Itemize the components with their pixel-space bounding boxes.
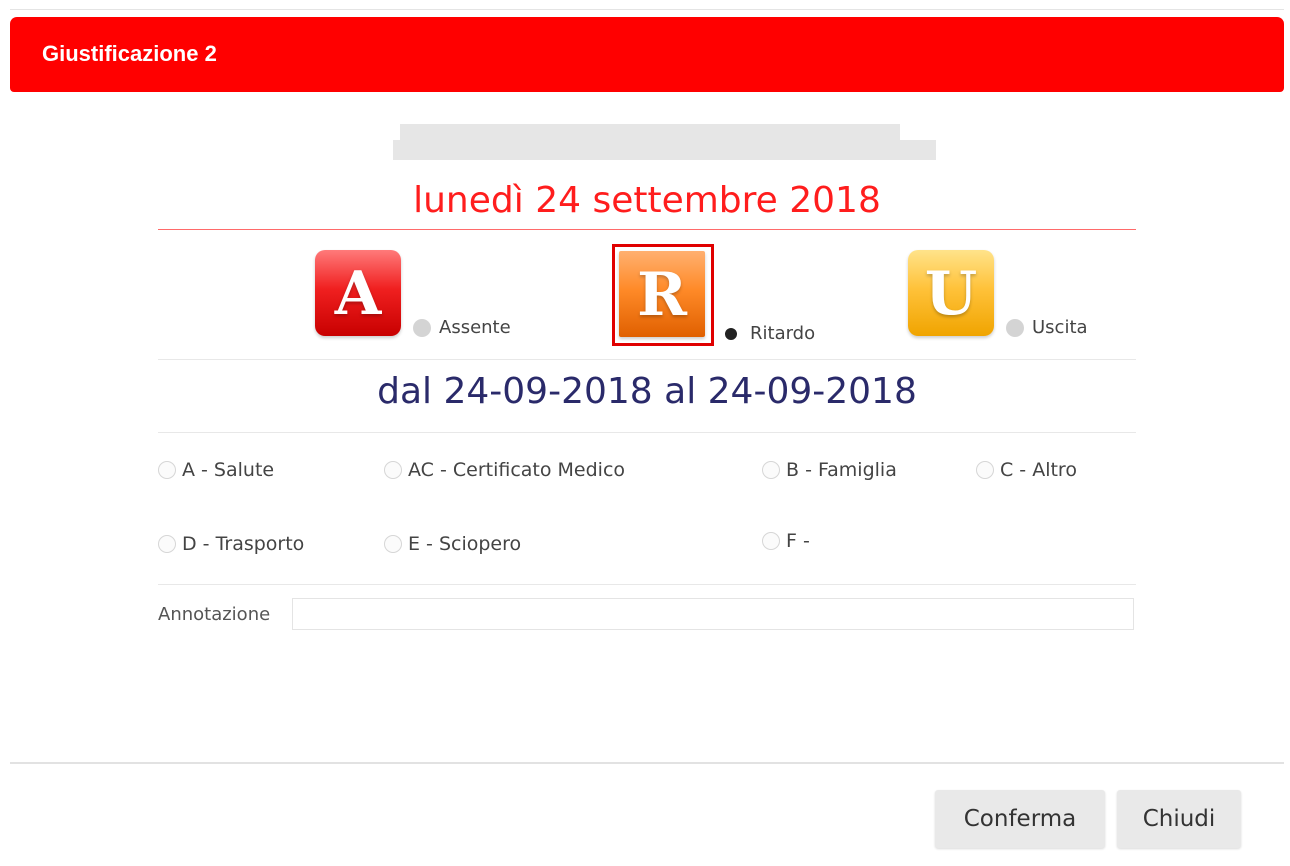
divider bbox=[158, 584, 1136, 585]
type-option-ritardo[interactable]: Ritardo bbox=[722, 323, 815, 344]
divider bbox=[158, 359, 1136, 360]
date-range: dal 24-09-2018 al 24-09-2018 bbox=[377, 371, 917, 412]
assente-icon[interactable]: A bbox=[315, 250, 401, 336]
reason-radio[interactable] bbox=[158, 461, 176, 479]
annotation-input[interactable] bbox=[292, 598, 1134, 630]
date-divider bbox=[158, 229, 1136, 230]
reason-radio[interactable] bbox=[762, 532, 780, 550]
uscita-label: Uscita bbox=[1032, 317, 1088, 338]
reason-option[interactable]: AC - Certificato Medico bbox=[384, 459, 625, 481]
assente-label: Assente bbox=[439, 317, 511, 338]
footer-divider bbox=[10, 762, 1284, 764]
top-border bbox=[10, 9, 1284, 10]
reason-label: B - Famiglia bbox=[786, 459, 897, 481]
divider bbox=[158, 432, 1136, 433]
annotation-label: Annotazione bbox=[158, 604, 271, 625]
reason-option[interactable]: C - Altro bbox=[976, 459, 1077, 481]
type-option-assente[interactable]: Assente bbox=[413, 317, 511, 338]
reason-option[interactable]: F - bbox=[762, 530, 810, 552]
reason-radio[interactable] bbox=[384, 461, 402, 479]
reason-radio[interactable] bbox=[158, 535, 176, 553]
ritardo-radio[interactable] bbox=[722, 324, 740, 343]
reason-label: E - Sciopero bbox=[408, 533, 522, 555]
close-button[interactable]: Chiudi bbox=[1117, 790, 1241, 848]
reason-option[interactable]: A - Salute bbox=[158, 459, 274, 481]
reason-label: F - bbox=[786, 530, 810, 552]
dialog-header: Giustificazione 2 bbox=[10, 17, 1284, 92]
uscita-icon[interactable]: U bbox=[908, 250, 994, 336]
reason-radio[interactable] bbox=[762, 461, 780, 479]
confirm-button[interactable]: Conferma bbox=[935, 790, 1105, 848]
reason-label: D - Trasporto bbox=[182, 533, 305, 555]
date-heading: lunedì 24 settembre 2018 bbox=[413, 180, 881, 221]
reason-radio[interactable] bbox=[976, 461, 994, 479]
assente-radio[interactable] bbox=[413, 318, 431, 337]
reason-option[interactable]: B - Famiglia bbox=[762, 459, 897, 481]
redacted-student-info bbox=[393, 140, 936, 160]
reason-label: C - Altro bbox=[1000, 459, 1077, 481]
reason-label: A - Salute bbox=[182, 459, 275, 481]
reason-label: AC - Certificato Medico bbox=[408, 459, 626, 481]
type-option-uscita[interactable]: Uscita bbox=[1006, 317, 1088, 338]
reason-option[interactable]: D - Trasporto bbox=[158, 533, 304, 555]
reason-radio[interactable] bbox=[384, 535, 402, 553]
ritardo-label: Ritardo bbox=[750, 323, 816, 344]
ritardo-icon[interactable]: R bbox=[619, 251, 705, 337]
dialog-title: Giustificazione 2 bbox=[42, 41, 217, 66]
reason-option[interactable]: E - Sciopero bbox=[384, 533, 521, 555]
uscita-radio[interactable] bbox=[1006, 318, 1024, 337]
redacted-student-name bbox=[400, 124, 900, 140]
